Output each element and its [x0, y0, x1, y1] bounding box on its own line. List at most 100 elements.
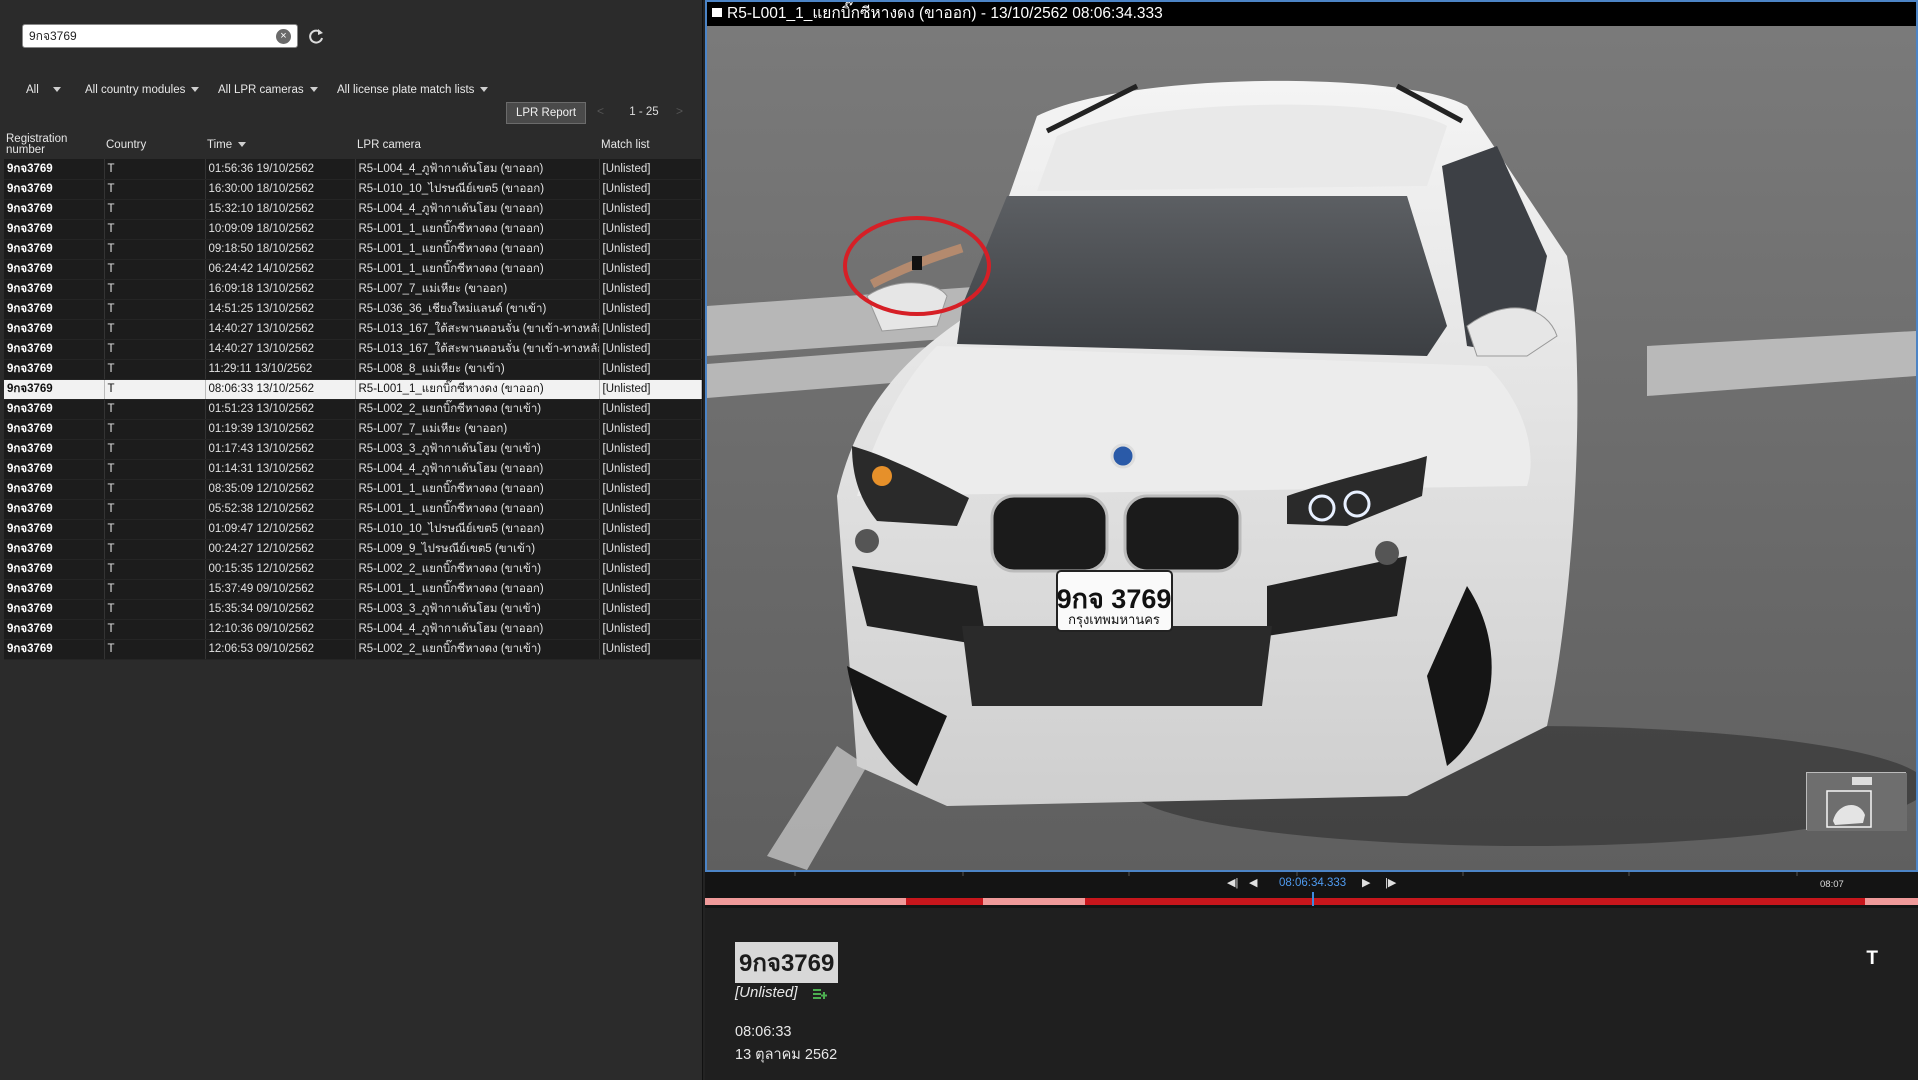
overview-thumbnail[interactable] [1806, 772, 1907, 831]
chevron-down-icon [480, 87, 489, 93]
cell-match-list: [Unlisted] [599, 179, 702, 200]
camera-title-bar: R5-L001_1_แยกบิ๊กซีหางดง (ขาออก) - 13/10… [707, 2, 1916, 26]
plate-number: 9กจ3769 [735, 942, 839, 983]
table-row[interactable]: 9กจ3769 T 00:15:35 12/10/2562 R5-L002_2_แยก… [4, 559, 702, 580]
cell-match-list: [Unlisted] [599, 579, 702, 600]
timeline-end-label: 08:07 [1820, 879, 1844, 890]
table-row[interactable]: 9กจ3769 T 10:09:09 18/10/2562 R5-L001_1_แยก… [4, 219, 702, 240]
cell-country: T [104, 279, 206, 300]
column-header-country[interactable]: Country [104, 131, 205, 159]
column-header-match-list[interactable]: Match list [599, 131, 701, 159]
cell-country: T [104, 599, 206, 620]
cell-camera: R5-L036_36_เชียงใหม่แลนด์ (ขาเข้า) [355, 299, 600, 320]
match-list-icon[interactable] [813, 988, 827, 1001]
cell-country: T [104, 419, 206, 440]
playhead[interactable] [1312, 892, 1314, 906]
cell-camera: R5-L007_7_แม่เหียะ (ขาออก) [355, 279, 600, 300]
viewer-panel: R5-L001_1_แยกบิ๊กซีหางดง (ขาออก) - 13/10… [705, 0, 1918, 1080]
cell-camera: R5-L008_8_แม่เหียะ (ขาเข้า) [355, 359, 600, 380]
step-back-icon[interactable]: ◀ [1249, 876, 1257, 889]
cell-time: 15:32:10 18/10/2562 [205, 199, 356, 220]
play-icon[interactable]: ▶ [1362, 876, 1370, 889]
cell-registration: 9กจ3769 [4, 419, 105, 440]
cell-registration: 9กจ3769 [4, 179, 105, 200]
cell-country: T [104, 459, 206, 480]
filter-country-dropdown[interactable]: All country modules [85, 84, 200, 102]
table-row[interactable]: 9กจ3769 T 01:14:31 13/10/2562 R5-L004_4_ภูฟ… [4, 459, 702, 480]
cell-country: T [104, 239, 206, 260]
results-table: Registration number Country Time LPR cam… [4, 131, 702, 660]
cell-match-list: [Unlisted] [599, 519, 702, 540]
cell-time: 12:06:53 09/10/2562 [205, 639, 356, 660]
table-row[interactable]: 9กจ3769 T 12:10:36 09/10/2562 R5-L004_4_ภูฟ… [4, 619, 702, 640]
cell-time: 05:52:38 12/10/2562 [205, 499, 356, 520]
playback-timeline[interactable]: ◀| ◀ 08:06:34.333 ▶ |▶ 08:07 [705, 872, 1918, 908]
table-row[interactable]: 9กจ3769 T 01:17:43 13/10/2562 R5-L003_3_ภูฟ… [4, 439, 702, 460]
table-row[interactable]: 9กจ3769 T 01:51:23 13/10/2562 R5-L002_2_แยก… [4, 399, 702, 420]
cell-camera: R5-L010_10_ไปรษณีย์เขต5 (ขาออก) [355, 519, 600, 540]
cell-match-list: [Unlisted] [599, 299, 702, 320]
cell-registration: 9กจ3769 [4, 279, 105, 300]
table-row[interactable]: 9กจ3769 T 16:09:18 13/10/2562 R5-L007_7_แม่… [4, 279, 702, 300]
camera-title: R5-L001_1_แยกบิ๊กซีหางดง (ขาออก) - 13/10… [727, 5, 1163, 22]
search-results-panel: × All All country modules All LPR camera… [0, 0, 703, 1080]
cell-camera: R5-L004_4_ภูฟ้ากาเด้นโฮม (ขาออก) [355, 159, 600, 180]
table-row[interactable]: 9กจ3769 T 01:56:36 19/10/2562 R5-L004_4_ภูฟ… [4, 159, 702, 180]
table-row[interactable]: 9กจ3769 T 14:40:27 13/10/2562 R5-L013_167_ใ… [4, 319, 702, 340]
lpr-report-button[interactable]: LPR Report [506, 102, 586, 124]
table-row[interactable]: 9กจ3769 T 08:06:33 13/10/2562 R5-L001_1_แยก… [4, 379, 702, 400]
cell-time: 01:19:39 13/10/2562 [205, 419, 356, 440]
column-header-camera[interactable]: LPR camera [355, 131, 599, 159]
table-row[interactable]: 9กจ3769 T 06:24:42 14/10/2562 R5-L001_1_แยก… [4, 259, 702, 280]
table-row[interactable]: 9กจ3769 T 11:29:11 13/10/2562 R5-L008_8_แม่… [4, 359, 702, 380]
table-row[interactable]: 9กจ3769 T 15:35:34 09/10/2562 R5-L003_3_ภูฟ… [4, 599, 702, 620]
cell-match-list: [Unlisted] [599, 479, 702, 500]
filter-cameras-dropdown[interactable]: All LPR cameras [218, 84, 318, 102]
refresh-icon[interactable] [306, 26, 326, 46]
cell-registration: 9กจ3769 [4, 519, 105, 540]
table-row[interactable]: 9กจ3769 T 12:06:53 09/10/2562 R5-L002_2_แยก… [4, 639, 702, 660]
cell-camera: R5-L001_1_แยกบิ๊กซีหางดง (ขาออก) [355, 379, 600, 400]
table-row[interactable]: 9กจ3769 T 14:40:27 13/10/2562 R5-L013_167_ใ… [4, 339, 702, 360]
cell-country: T [104, 299, 206, 320]
search-input[interactable] [29, 28, 269, 45]
prev-page-button[interactable]: < [597, 104, 604, 118]
chevron-down-icon [191, 87, 200, 93]
cell-time: 15:37:49 09/10/2562 [205, 579, 356, 600]
cell-match-list: [Unlisted] [599, 259, 702, 280]
table-row[interactable]: 9กจ3769 T 16:30:00 18/10/2562 R5-L010_10_ไป… [4, 179, 702, 200]
table-row[interactable]: 9กจ3769 T 08:35:09 12/10/2562 R5-L001_1_แยก… [4, 479, 702, 500]
table-row[interactable]: 9กจ3769 T 01:09:47 12/10/2562 R5-L010_10_ไป… [4, 519, 702, 540]
filter-country-label: All country modules [85, 84, 186, 96]
table-row[interactable]: 9กจ3769 T 15:32:10 18/10/2562 R5-L004_4_ภูฟ… [4, 199, 702, 220]
page-range: 1 - 25 [629, 106, 659, 118]
cell-registration: 9กจ3769 [4, 299, 105, 320]
cell-registration: 9กจ3769 [4, 379, 105, 400]
camera-view[interactable]: R5-L001_1_แยกบิ๊กซีหางดง (ขาออก) - 13/10… [705, 0, 1918, 872]
table-row[interactable]: 9กจ3769 T 05:52:38 12/10/2562 R5-L001_1_แยก… [4, 499, 702, 520]
skip-back-icon[interactable]: ◀| [1227, 876, 1238, 889]
cell-camera: R5-L003_3_ภูฟ้ากาเด้นโฮม (ขาเข้า) [355, 599, 600, 620]
table-row[interactable]: 9กจ3769 T 09:18:50 18/10/2562 R5-L001_1_แยก… [4, 239, 702, 260]
table-row[interactable]: 9กจ3769 T 15:37:49 09/10/2562 R5-L001_1_แยก… [4, 579, 702, 600]
current-playback-time: 08:06:34.333 [1279, 877, 1347, 889]
table-row[interactable]: 9กจ3769 T 14:51:25 13/10/2562 R5-L036_36_เช… [4, 299, 702, 320]
next-page-button[interactable]: > [676, 104, 683, 118]
skip-forward-icon[interactable]: |▶ [1385, 876, 1396, 889]
filter-all-dropdown[interactable]: All [26, 84, 61, 102]
search-box[interactable]: × [22, 24, 298, 48]
table-row[interactable]: 9กจ3769 T 00:24:27 12/10/2562 R5-L009_9_ไปร… [4, 539, 702, 560]
cell-match-list: [Unlisted] [599, 199, 702, 220]
filter-match-lists-dropdown[interactable]: All license plate match lists [337, 84, 489, 102]
table-row[interactable]: 9กจ3769 T 01:19:39 13/10/2562 R5-L007_7_แม่… [4, 419, 702, 440]
column-header-time[interactable]: Time [205, 131, 355, 159]
cell-camera: R5-L003_3_ภูฟ้ากาเด้นโฮม (ขาเข้า) [355, 439, 600, 460]
cell-camera: R5-L001_1_แยกบิ๊กซีหางดง (ขาออก) [355, 499, 600, 520]
column-header-registration[interactable]: Registration number [4, 131, 104, 159]
cell-camera: R5-L001_1_แยกบิ๊กซีหางดง (ขาออก) [355, 219, 600, 240]
cell-country: T [104, 219, 206, 240]
cell-time: 00:15:35 12/10/2562 [205, 559, 356, 580]
cell-match-list: [Unlisted] [599, 339, 702, 360]
clear-icon[interactable]: × [276, 29, 291, 44]
country-code: T [1866, 948, 1878, 969]
